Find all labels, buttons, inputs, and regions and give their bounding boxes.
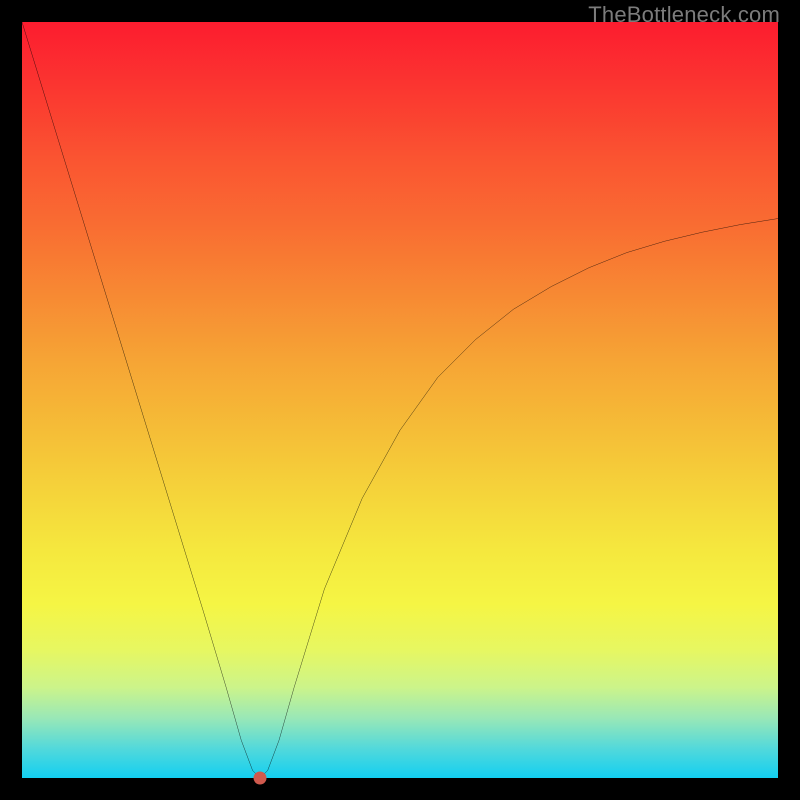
chart-frame: TheBottleneck.com: [0, 0, 800, 800]
bottleneck-curve: [22, 22, 778, 778]
watermark-text: TheBottleneck.com: [588, 2, 780, 28]
optimal-point-marker: [254, 772, 267, 785]
plot-area: [22, 22, 778, 778]
